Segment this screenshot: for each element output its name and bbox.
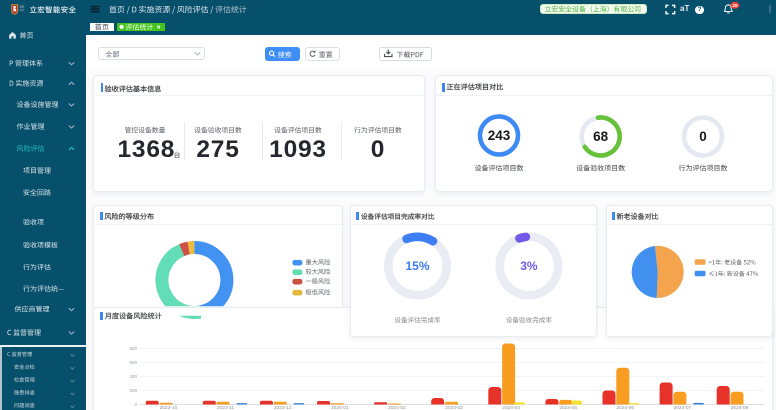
svg-text:29: 29 <box>732 3 738 9</box>
